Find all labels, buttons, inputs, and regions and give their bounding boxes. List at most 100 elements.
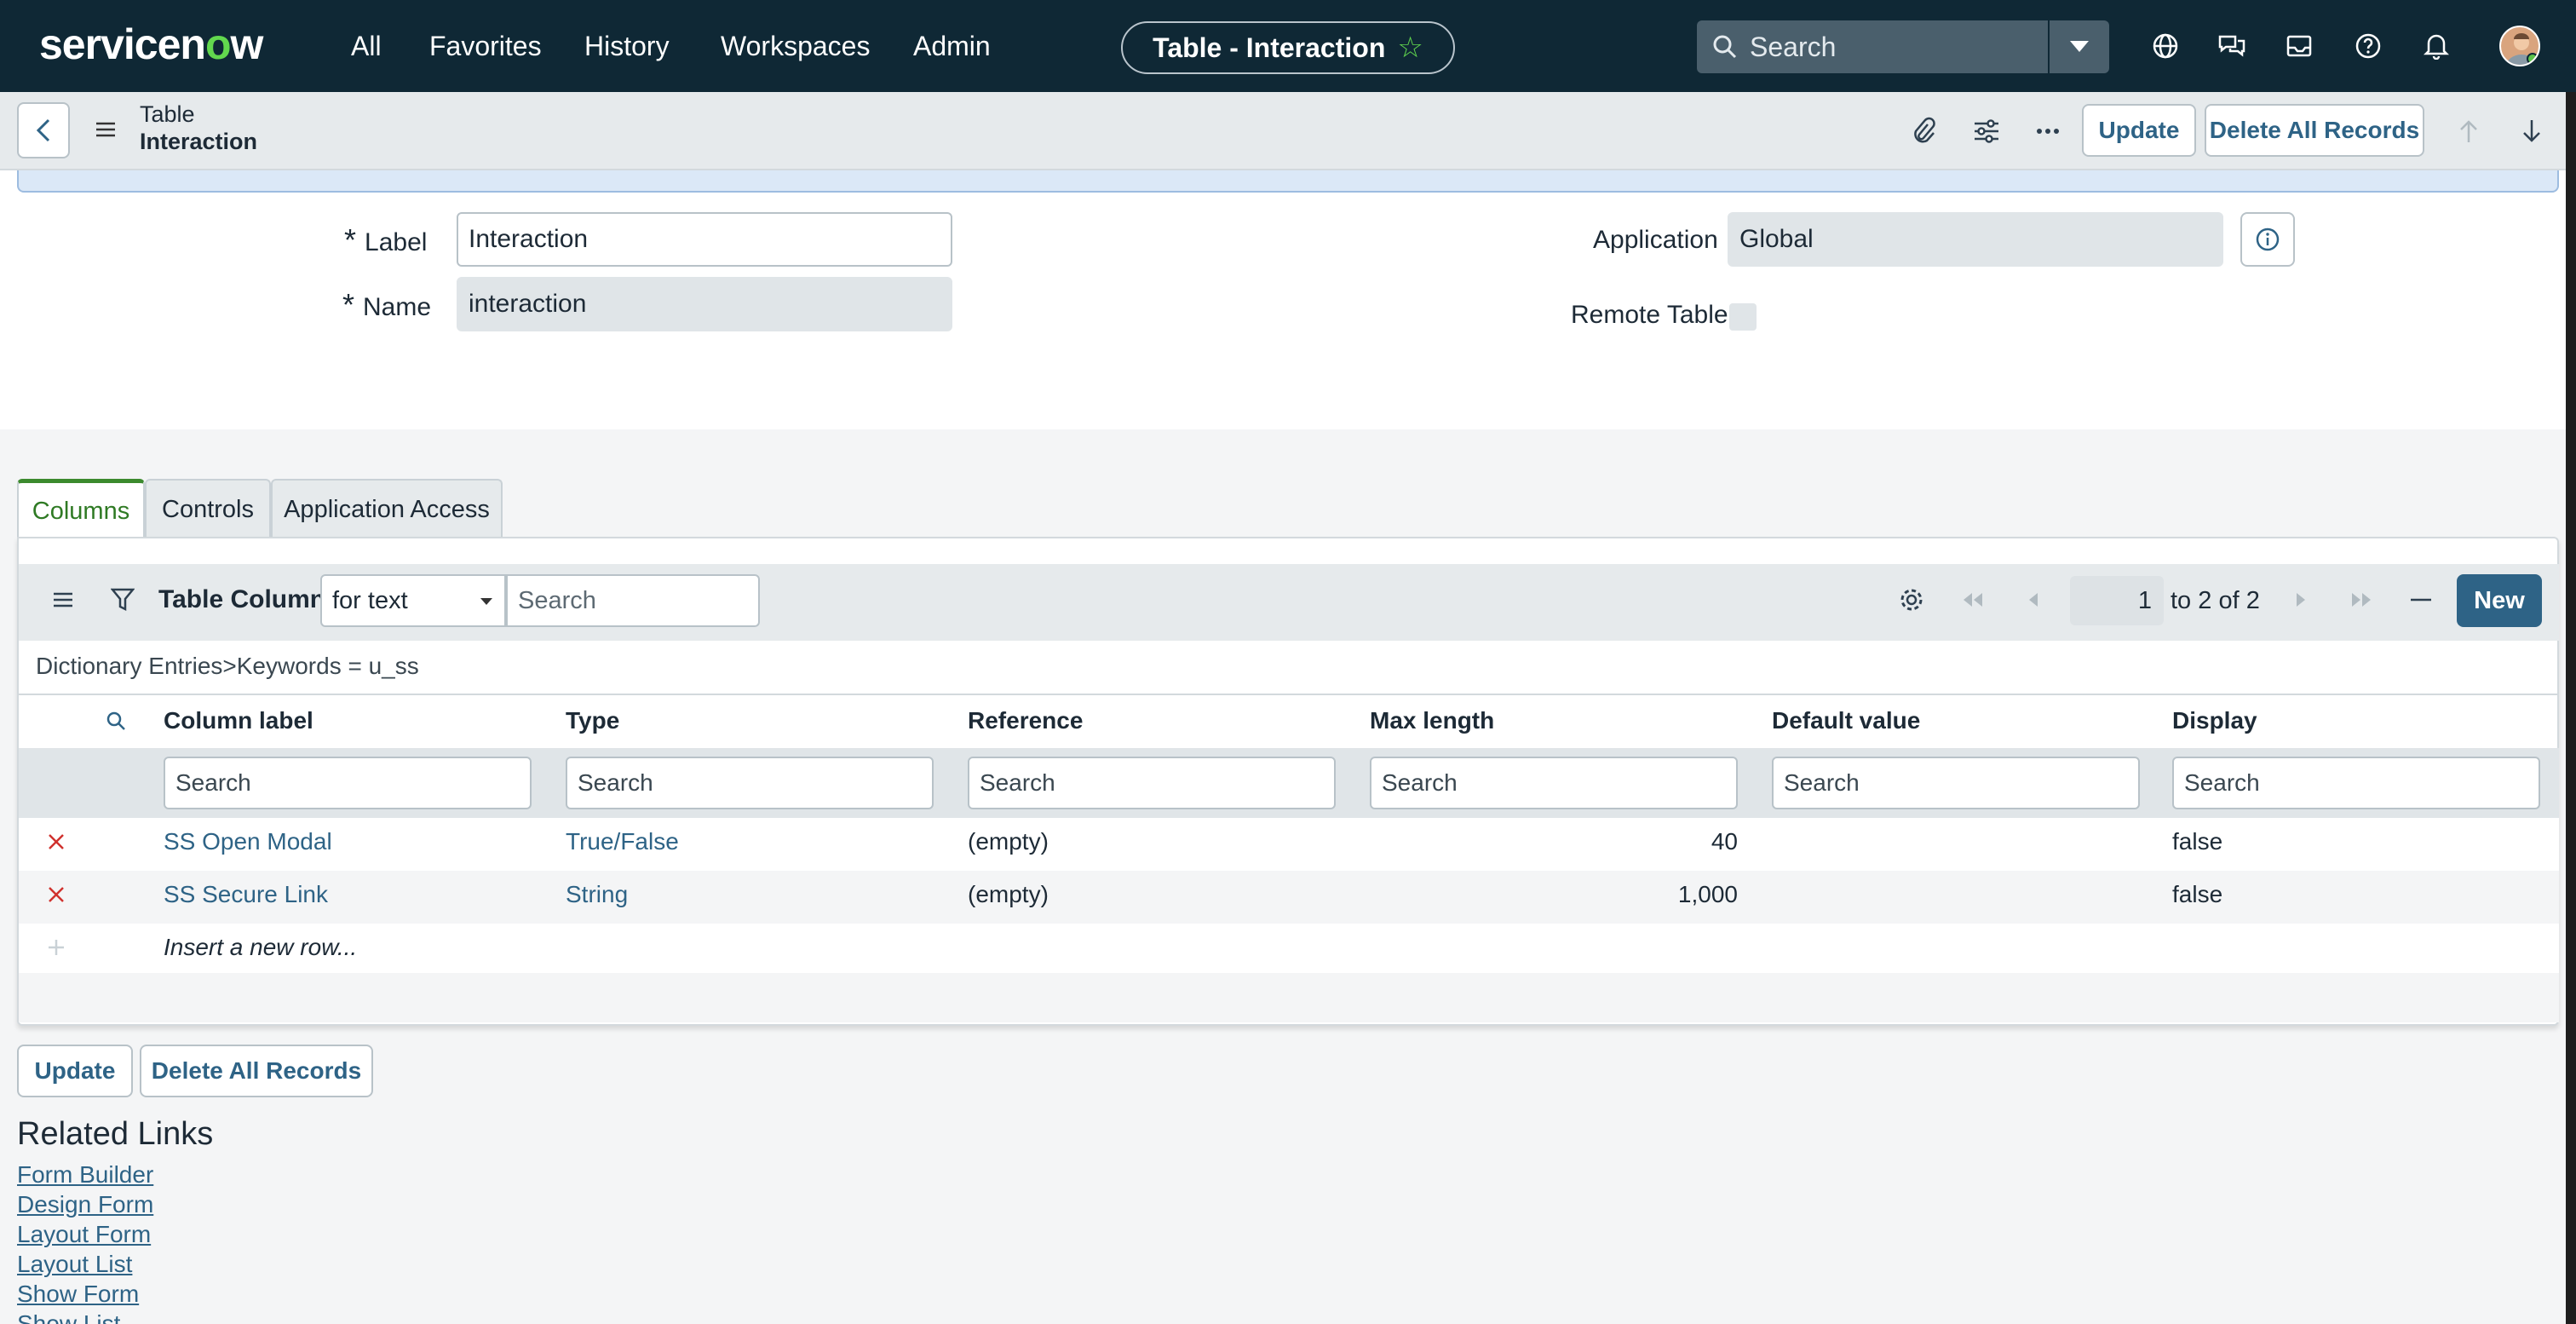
previous-record-arrow-icon[interactable] (2452, 114, 2486, 148)
new-record-button[interactable]: New (2457, 574, 2542, 627)
related-link-show-list[interactable]: Show List (17, 1310, 120, 1324)
related-link-design-form[interactable]: Design Form (17, 1190, 153, 1219)
logo-text-o: o (204, 20, 232, 68)
header-delete-all-records-button[interactable]: Delete All Records (2205, 104, 2424, 157)
attachment-icon[interactable] (1906, 114, 1941, 148)
related-link-layout-form[interactable]: Layout Form (17, 1220, 151, 1249)
more-options-icon[interactable] (2031, 114, 2065, 148)
chevron-down-icon (480, 598, 492, 605)
last-page-icon[interactable] (2346, 584, 2377, 615)
pagination-of: of (2218, 587, 2240, 614)
tab-columns[interactable]: Columns (17, 479, 145, 540)
context-title: Table - Interaction (1153, 32, 1386, 63)
insert-new-row-link[interactable]: Insert a new row... (164, 930, 357, 964)
user-avatar[interactable] (2499, 26, 2540, 66)
bottom-update-button[interactable]: Update (17, 1045, 133, 1097)
help-icon[interactable] (2351, 29, 2385, 63)
logo-text-start: servicen (39, 20, 206, 68)
column-header-display[interactable]: Display (2172, 704, 2257, 738)
remote-table-label: Remote Table (1571, 301, 1728, 329)
chevron-left-icon (36, 118, 50, 142)
add-row-plus-icon (49, 940, 64, 955)
header-update-button[interactable]: Update (2082, 104, 2196, 157)
column-header-max-length[interactable]: Max length (1370, 704, 1494, 738)
name-field[interactable]: interaction (457, 277, 952, 331)
pagination-text: to 2 of 2 (2171, 584, 2260, 617)
cell-column-label[interactable]: SS Open Modal (164, 825, 332, 859)
label-field[interactable]: Interaction (457, 212, 952, 267)
page-number-input[interactable]: 1 (2070, 576, 2164, 625)
column-search-display[interactable]: Search (2172, 757, 2540, 809)
remote-table-checkbox[interactable] (1729, 303, 1757, 331)
bottom-delete-all-records-button[interactable]: Delete All Records (140, 1045, 373, 1097)
previous-page-icon[interactable] (2019, 584, 2050, 615)
nav-item-all[interactable]: All (351, 26, 382, 66)
column-header-type[interactable]: Type (566, 704, 619, 738)
info-icon (2256, 227, 2280, 251)
global-search-input[interactable]: Search (1697, 20, 2048, 73)
label-field-label: * Label (344, 223, 427, 260)
nav-item-workspaces[interactable]: Workspaces (721, 26, 870, 66)
list-search-input[interactable]: Search (506, 574, 760, 627)
label-field-label-text: Label (365, 228, 428, 256)
application-field-label: Application (1593, 226, 1718, 254)
form-title-table: Table (140, 101, 195, 127)
nav-item-admin[interactable]: Admin (913, 26, 991, 66)
column-header-reference[interactable]: Reference (968, 704, 1083, 738)
form-title-record: Interaction (140, 129, 258, 154)
column-search-default-value[interactable]: Search (1772, 757, 2140, 809)
servicenow-logo[interactable]: servicenow (39, 19, 263, 70)
chat-icon[interactable] (2215, 29, 2249, 63)
nav-item-history[interactable]: History (584, 26, 670, 66)
form-header: Table Interaction Update Delete All Reco… (0, 92, 2576, 170)
application-info-button[interactable] (2240, 212, 2295, 267)
window-frame-edge (2566, 92, 2576, 1324)
back-button[interactable] (17, 102, 70, 158)
column-search-reference[interactable]: Search (968, 757, 1336, 809)
first-page-icon[interactable] (1958, 584, 1988, 615)
application-field[interactable]: Global (1728, 212, 2223, 267)
tab-application-access[interactable]: Application Access (271, 479, 503, 538)
name-field-label: * Name (342, 288, 431, 325)
context-title-pill[interactable]: Table - Interaction ☆ (1121, 21, 1455, 74)
bell-icon[interactable] (2419, 29, 2453, 63)
pagination-end: 2 (2198, 587, 2212, 614)
list-context-menu-icon[interactable] (48, 584, 78, 615)
delete-row-icon[interactable] (44, 883, 68, 907)
column-search-label[interactable]: Search (164, 757, 532, 809)
column-header-default-value[interactable]: Default value (1772, 704, 1920, 738)
globe-icon[interactable] (2148, 29, 2182, 63)
tab-controls[interactable]: Controls (145, 479, 271, 538)
presence-indicator (2527, 53, 2539, 65)
next-record-arrow-icon[interactable] (2515, 114, 2549, 148)
related-link-form-builder[interactable]: Form Builder (17, 1160, 153, 1189)
column-header-label[interactable]: Column label (164, 704, 313, 738)
column-search-max-length[interactable]: Search (1370, 757, 1738, 809)
list-footer (19, 973, 2559, 1022)
favorite-star-icon[interactable]: ☆ (1397, 31, 1423, 65)
list-breadcrumb[interactable]: Dictionary Entries>Keywords = u_ss (36, 649, 419, 683)
column-search-toggle-icon[interactable] (101, 705, 131, 736)
column-search-type[interactable]: Search (566, 757, 934, 809)
search-scope-dropdown[interactable] (2050, 20, 2109, 73)
list-search-field-select[interactable]: for text (320, 574, 506, 627)
chevron-down-icon (2070, 41, 2089, 52)
related-links-title: Related Links (17, 1116, 214, 1152)
personalize-form-icon[interactable] (1969, 114, 2004, 148)
next-page-icon[interactable] (2285, 584, 2315, 615)
collapse-list-icon[interactable] (2406, 584, 2436, 615)
form-context-menu-icon[interactable] (94, 118, 118, 141)
nav-item-favorites[interactable]: Favorites (429, 26, 542, 66)
related-link-layout-list[interactable]: Layout List (17, 1250, 132, 1279)
related-link-show-form[interactable]: Show Form (17, 1280, 139, 1309)
cell-type[interactable]: True/False (566, 825, 679, 859)
search-icon (1713, 35, 1737, 59)
list-settings-gear-icon[interactable] (1896, 584, 1927, 615)
required-asterisk-icon: * (344, 222, 357, 257)
cell-column-label[interactable]: SS Secure Link (164, 878, 328, 912)
filter-icon[interactable] (107, 584, 138, 615)
inbox-icon[interactable] (2283, 29, 2317, 63)
cell-max-length: 40 (1711, 828, 1738, 855)
cell-type[interactable]: String (566, 878, 628, 912)
delete-row-icon[interactable] (44, 830, 68, 854)
